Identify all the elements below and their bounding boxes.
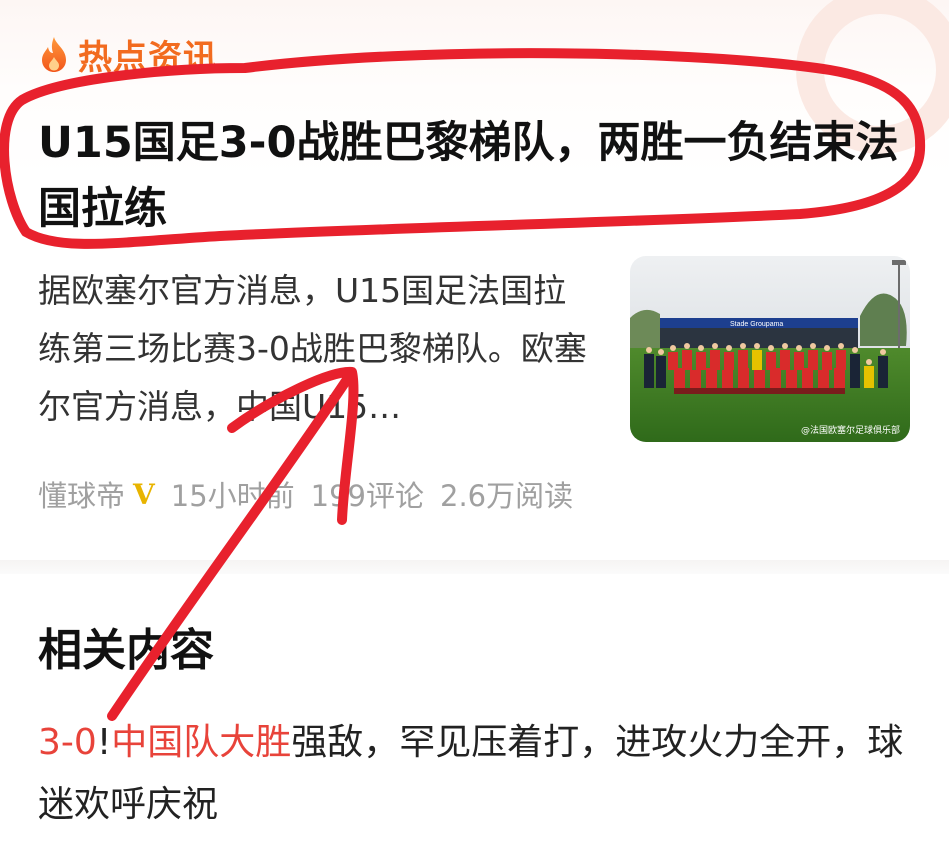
flame-icon (42, 37, 66, 72)
team-photo-image: Stade Groupama (630, 256, 910, 442)
read-count: 2.6万阅读 (440, 479, 574, 513)
section-divider (0, 560, 949, 574)
publish-time: 15小时前 (170, 479, 295, 513)
related-item-score: 3-0 (38, 722, 97, 763)
related-title: 相关内容 (38, 625, 214, 676)
stadium-sign: Stade Groupama (730, 321, 783, 328)
hot-news-card[interactable]: 热点资讯 U15国足3-0战胜巴黎梯队，两胜一负结束法国拉练 据欧塞尔官方消息，… (0, 0, 949, 560)
news-headline[interactable]: U15国足3-0战胜巴黎梯队，两胜一负结束法国拉练 (38, 110, 918, 242)
related-item-exclamation: ! (96, 722, 112, 763)
comment-count[interactable]: 199评论 (311, 473, 424, 515)
photo-watermark: @法国欧塞尔足球俱乐部 (800, 426, 900, 436)
section-title: 热点资讯 (78, 37, 218, 78)
related-item[interactable]: 3-0!中国队大胜强敌，罕见压着打，进攻火力全开，球迷欢呼庆祝 (38, 712, 918, 836)
related-item-team: 中国队大胜 (111, 722, 292, 763)
news-thumbnail[interactable]: Stade Groupama @法国欧塞尔足球俱乐部 (630, 256, 910, 442)
news-meta: 懂球帝 V 15小时前 199评论 2.6万阅读 (38, 472, 573, 516)
section-header: 热点资讯 (38, 32, 218, 78)
verified-badge-icon: V (133, 477, 155, 511)
author-name[interactable]: 懂球帝 (38, 473, 125, 515)
news-summary[interactable]: 据欧塞尔官方消息，U15国足法国拉练第三场比赛3-0战胜巴黎梯队。欧塞尔官方消息… (38, 262, 598, 436)
